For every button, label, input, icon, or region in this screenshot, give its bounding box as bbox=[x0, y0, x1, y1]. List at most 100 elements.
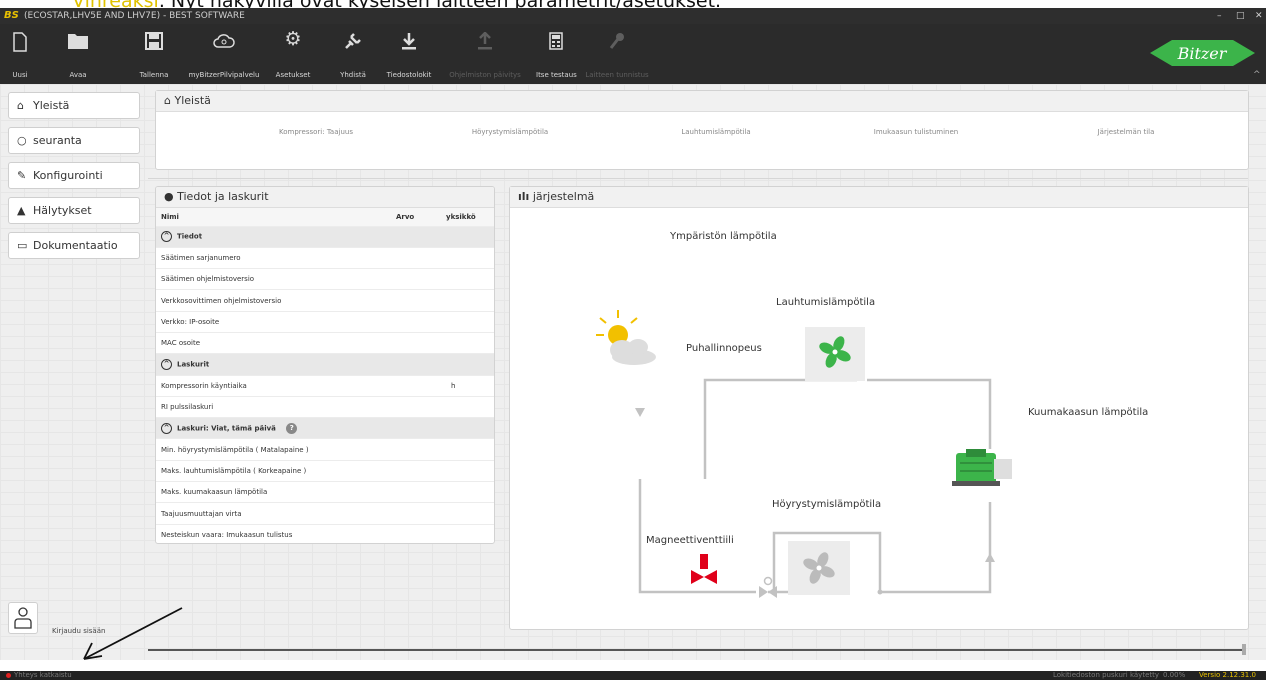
sidebar-item-label: Hälytykset bbox=[33, 204, 92, 217]
connection-status: Yhteys katkaistu bbox=[14, 671, 72, 679]
app-logo: BS bbox=[4, 10, 19, 21]
device-identify-button[interactable]: Laitteen tunnistus bbox=[582, 24, 652, 84]
collapse-ribbon-icon[interactable]: ^ bbox=[1253, 70, 1261, 80]
gauge-condensing-temp: Lauhtumislämpötila bbox=[681, 128, 751, 136]
upload-icon bbox=[478, 32, 492, 50]
software-update-button[interactable]: Ohjelmiston päivitys bbox=[447, 24, 523, 84]
wrench-icon: ✎ bbox=[17, 169, 27, 182]
fan-speed-label: Puhallinnopeus bbox=[686, 343, 762, 354]
overview-title: Yleistä bbox=[174, 94, 211, 107]
gauge-compressor-frequency: Kompressori: Taajuus bbox=[279, 128, 353, 136]
connect-button[interactable]: Yhdistä bbox=[336, 24, 370, 84]
logfiles-button[interactable]: Tiedostolokit bbox=[384, 24, 434, 84]
search-icon: ○ bbox=[17, 134, 27, 147]
table-row: MAC osoite bbox=[156, 332, 494, 355]
evaporating-temp-label: Höyrystymislämpötila bbox=[772, 499, 882, 510]
close-icon[interactable]: ✕ bbox=[1255, 8, 1263, 24]
save-icon bbox=[145, 32, 163, 50]
system-panel: ılı järjestelmä Ympäristön lämpötila Lau… bbox=[509, 186, 1249, 630]
logfiles-label: Tiedostolokit bbox=[386, 71, 432, 79]
new-file-icon bbox=[13, 32, 27, 52]
settings-label: Asetukset bbox=[275, 71, 311, 79]
collapse-icon[interactable]: ^ bbox=[161, 422, 172, 434]
info-header: ● Tiedot ja laskurit bbox=[156, 187, 494, 208]
sidebar-item-alarms[interactable]: ▲ Hälytykset bbox=[8, 197, 140, 224]
connect-label: Yhdistä bbox=[340, 71, 366, 79]
table-row: Maks. kuumakaasun lämpötila bbox=[156, 481, 494, 504]
warning-icon: ▲ bbox=[17, 204, 26, 217]
self-test-button[interactable]: Itse testaus bbox=[536, 24, 577, 84]
log-buffer-value: 0.00% bbox=[1163, 671, 1186, 679]
group-header-faults-today[interactable]: ^ Laskuri: Viat, tämä päivä ? bbox=[156, 417, 494, 440]
log-buffer-label: Lokitiedoston puskuri käytetty bbox=[1053, 671, 1160, 679]
open-button[interactable]: Avaa bbox=[60, 24, 96, 84]
info-counters-panel: ● Tiedot ja laskurit Nimi Arvo yksikkö ^ Ti… bbox=[155, 186, 495, 544]
info-table: Nimi Arvo yksikkö ^ Tiedot Säätimen sarjanu… bbox=[156, 208, 494, 543]
version-label: Versio 2.12.31.0 bbox=[1199, 671, 1256, 679]
connection-status-dot bbox=[6, 673, 11, 678]
wrench-icon bbox=[609, 33, 624, 49]
sidebar-item-general[interactable]: ⌂ Yleistä bbox=[8, 92, 140, 119]
info-icon: ● bbox=[164, 190, 174, 203]
download-icon bbox=[402, 33, 416, 50]
condensing-temp-label: Lauhtumislämpötila bbox=[776, 297, 876, 308]
table-row: Kompressorin käyntiaika h bbox=[156, 375, 494, 397]
table-row: Taajuusmuuttajan virta bbox=[156, 502, 494, 525]
sidebar-item-label: seuranta bbox=[33, 134, 82, 147]
column-name: Nimi bbox=[156, 208, 391, 227]
sidebar-item-label: Yleistä bbox=[33, 99, 70, 112]
table-row: Verkko: IP-osoite bbox=[156, 311, 494, 333]
home-icon: ⌂ bbox=[164, 94, 171, 107]
hot-gas-temp-label: Kuumakaasun lämpötila bbox=[1028, 407, 1149, 418]
group-header-counters[interactable]: ^ Laskurit bbox=[156, 353, 494, 376]
divider bbox=[148, 178, 1248, 179]
scroll-handle[interactable] bbox=[1242, 644, 1246, 655]
window-title: (ECOSTAR,LHV5E AND LHV7E) - BEST SOFTWAR… bbox=[24, 11, 245, 21]
compressor-icon bbox=[952, 449, 1012, 486]
maximize-icon[interactable]: □ bbox=[1236, 8, 1245, 24]
gauge-system-state: Järjestelmän tila bbox=[1097, 128, 1155, 136]
title-bar: BS (ECOSTAR,LHV5E AND LHV7E) - BEST SOFT… bbox=[0, 8, 1266, 24]
gauge-evaporating-temp: Höyrystymislämpötila bbox=[471, 128, 549, 136]
collapse-icon[interactable]: ^ bbox=[161, 231, 172, 243]
overview-panel: ⌂ Yleistä Kompressori: Taajuus Höyrystym… bbox=[155, 90, 1249, 170]
help-icon[interactable]: ? bbox=[286, 423, 298, 435]
new-button[interactable]: Uusi bbox=[0, 24, 40, 84]
ambient-temp-label: Ympäristön lämpötila bbox=[670, 231, 777, 242]
sidebar-item-configuration[interactable]: ✎ Konfigurointi bbox=[8, 162, 140, 189]
main-content: ⌂ Yleistä ○ seuranta ✎ Konfigurointi ▲ Hälyt… bbox=[0, 84, 1266, 660]
cloud-button[interactable]: myBitzerPilvipalvelu bbox=[186, 24, 262, 84]
table-row: Nesteiskun vaara: Imukaasun tulistus bbox=[156, 524, 494, 543]
open-label: Avaa bbox=[69, 71, 87, 79]
flow-arrow-up bbox=[985, 553, 995, 562]
sensor-point bbox=[877, 589, 883, 595]
save-button[interactable]: Tallenna bbox=[138, 24, 170, 84]
info-title: Tiedot ja laskurit bbox=[177, 190, 269, 203]
table-row: RI pulssilaskuri bbox=[156, 396, 494, 419]
gear-icon: ⚙ bbox=[284, 28, 302, 50]
table-row: Säätimen sarjanumero bbox=[156, 247, 494, 270]
login-button[interactable] bbox=[8, 602, 38, 634]
sidebar-item-monitoring[interactable]: ○ seuranta bbox=[8, 127, 140, 154]
column-unit: yksikkö bbox=[441, 208, 494, 227]
group-header-info[interactable]: ^ Tiedot bbox=[156, 225, 494, 248]
software-update-label: Ohjelmiston päivitys bbox=[449, 71, 521, 79]
table-row: Säätimen ohjelmistoversio bbox=[156, 268, 494, 291]
pointer-arrow bbox=[83, 607, 183, 660]
minimize-icon[interactable]: – bbox=[1217, 8, 1222, 24]
save-label: Tallenna bbox=[139, 71, 169, 79]
folder-icon bbox=[68, 34, 88, 49]
svg-text:Bitzer: Bitzer bbox=[1177, 44, 1228, 63]
bitzer-logo: Bitzer bbox=[1150, 40, 1255, 66]
plug-icon bbox=[345, 33, 361, 49]
solenoid-valve-label: Magneettiventtiili bbox=[646, 535, 734, 546]
column-value: Arvo bbox=[391, 208, 441, 227]
weather-icon bbox=[596, 310, 656, 365]
new-label: Uusi bbox=[12, 71, 28, 79]
settings-button[interactable]: ⚙ Asetukset bbox=[274, 24, 312, 84]
cloud-icon bbox=[213, 34, 235, 48]
sidebar-item-label: Konfigurointi bbox=[33, 169, 103, 182]
collapse-icon[interactable]: ^ bbox=[161, 358, 172, 370]
sidebar-item-documentation[interactable]: ▭ Dokumentaatio bbox=[8, 232, 140, 259]
device-identify-label: Laitteen tunnistus bbox=[585, 71, 649, 79]
